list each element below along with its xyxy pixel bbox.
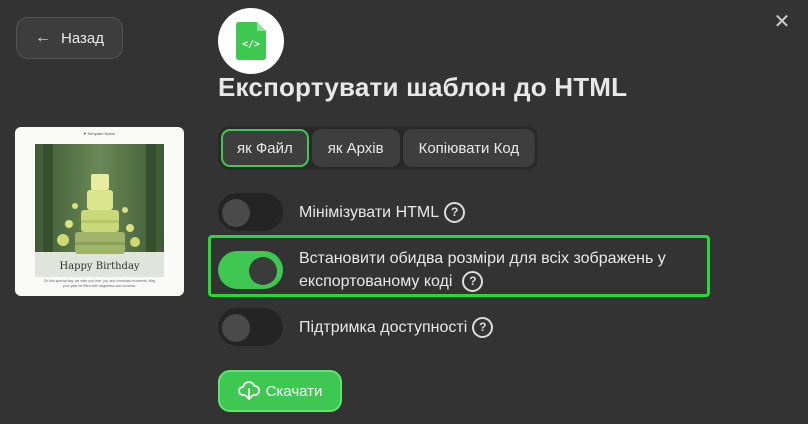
image-sizes-label-line1: Встановити обидва розміри для всіх зобра…	[299, 250, 666, 267]
minify-label: Мінімізувати HTML?	[299, 201, 466, 224]
preview-body: On this special day, we wish you love, j…	[43, 279, 156, 288]
code-file-icon: </>	[236, 22, 266, 60]
template-preview: ♥ Template Name Happy Birthday On this s…	[15, 127, 184, 296]
accessibility-label-text: Підтримка доступності	[299, 318, 468, 336]
image-sizes-label: Встановити обидва розміри для всіх зобра…	[299, 247, 666, 293]
toggle-knob	[249, 257, 277, 285]
image-sizes-toggle[interactable]	[218, 251, 283, 289]
accessibility-label: Підтримка доступності?	[299, 316, 494, 339]
back-button-label: Назад	[61, 29, 104, 47]
download-label: Скачати	[265, 382, 323, 400]
option-image-sizes-row: Встановити обидва розміри для всіх зобра…	[218, 247, 666, 293]
download-button[interactable]: Скачати	[218, 370, 342, 412]
preview-heading: Happy Birthday	[59, 261, 140, 272]
back-button[interactable]: ← Назад	[16, 17, 123, 59]
tab-as-file[interactable]: як Файл	[221, 129, 309, 167]
arrow-left-icon: ←	[35, 29, 51, 46]
close-icon[interactable]: ✕	[772, 12, 792, 32]
cloud-download-icon	[237, 381, 260, 400]
option-minify-row: Мінімізувати HTML?	[218, 193, 466, 231]
question-circle-icon[interactable]: ?	[472, 316, 494, 338]
tab-as-archive[interactable]: як Архів	[311, 129, 400, 167]
option-accessibility-row: Підтримка доступності?	[218, 308, 494, 346]
image-sizes-label-line2: експортованому коді	[299, 273, 453, 290]
toggle-knob	[222, 199, 250, 227]
tab-copy-code[interactable]: Копіювати Код	[402, 129, 536, 167]
toggle-knob	[222, 314, 250, 342]
preview-brand: ♥ Template Name	[83, 131, 116, 136]
question-circle-icon[interactable]: ?	[444, 201, 466, 223]
file-badge: </>	[218, 8, 284, 74]
accessibility-toggle[interactable]	[218, 308, 283, 346]
preview-image	[35, 144, 164, 277]
svg-text:</>: </>	[242, 39, 260, 50]
page-title: Експортувати шаблон до HTML	[218, 72, 628, 102]
minify-label-text: Мінімізувати HTML	[299, 203, 440, 221]
minify-toggle[interactable]	[218, 193, 283, 231]
export-mode-selector: як Файл як Архів Копіювати Код	[218, 126, 539, 170]
question-circle-icon[interactable]: ?	[462, 271, 484, 293]
